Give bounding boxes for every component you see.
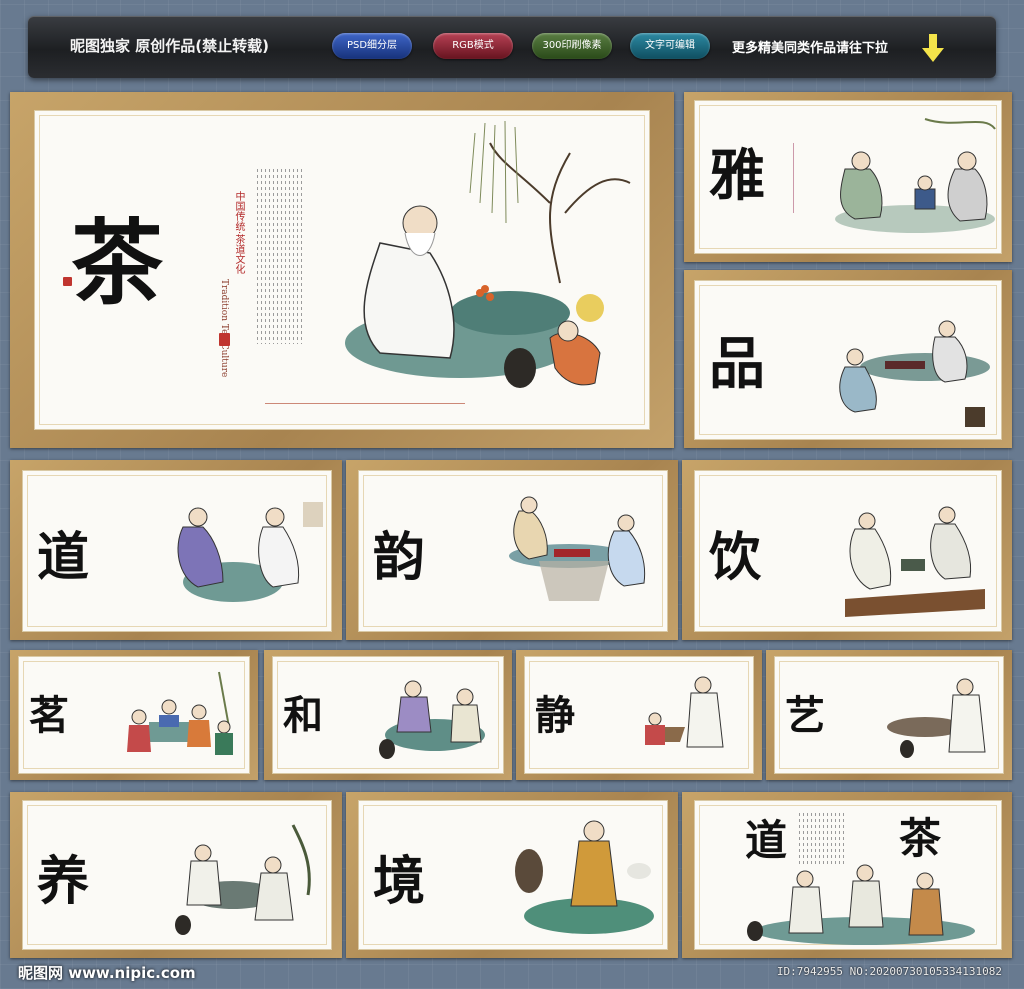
poster-char: 和 (283, 692, 323, 739)
poster-ming[interactable]: 茗 (10, 650, 258, 780)
poster-chadao[interactable]: 道 茶 (682, 792, 1012, 958)
header-title: 昵图独家 原创作品(禁止转载) (70, 37, 269, 55)
poster-pin[interactable]: 品 (684, 270, 1012, 448)
scholars-illustration (509, 496, 646, 601)
scholars-illustration (839, 320, 990, 427)
poster-char: 品 (709, 331, 765, 397)
poster-char-2: 茶 (899, 814, 942, 863)
poster-char: 茶 (71, 209, 164, 317)
scholars-illustration (515, 820, 654, 934)
poster-yin[interactable]: 饮 (682, 460, 1012, 640)
more-works-text[interactable]: 更多精美同类作品请往下拉 (732, 37, 888, 56)
scholars-illustration (747, 864, 975, 945)
poster-char: 道 (745, 816, 788, 865)
poster-char: 境 (373, 851, 426, 912)
scholars-illustration (175, 824, 311, 935)
header-bar: 昵图独家 原创作品(禁止转载) PSD细分层 RGB模式 300印刷像素 文字可… (28, 16, 996, 78)
poster-jing[interactable]: 静 (516, 650, 762, 780)
scholars-illustration (645, 676, 724, 748)
poster-char: 茗 (29, 692, 69, 739)
poster-jing-realm[interactable]: 境 (346, 792, 678, 958)
badge-editable-text[interactable]: 文字可编辑 (630, 33, 710, 59)
poster-char: 雅 (709, 143, 765, 209)
poster-dao[interactable]: 道 (10, 460, 342, 640)
calligraphy-block (799, 813, 844, 865)
poster-char: 饮 (709, 527, 762, 588)
badge-print-resolution[interactable]: 300印刷像素 (532, 33, 612, 59)
scholars-illustration (835, 118, 996, 233)
poster-char: 养 (37, 851, 90, 912)
image-id-text: ID:7942955 NO:20200730105334131082 (776, 965, 1002, 978)
seal-stamp (63, 277, 72, 286)
scholars-illustration (887, 678, 986, 758)
down-arrow-icon[interactable] (922, 34, 944, 64)
poster-char: 静 (535, 692, 575, 739)
scholars-illustration (379, 680, 485, 759)
vertical-title (793, 143, 794, 213)
scholar-tea-illustration (345, 120, 631, 388)
footnote-line (265, 403, 465, 404)
poem-text-block (257, 169, 302, 344)
site-logo[interactable]: 昵图网 www.nipic.com (18, 962, 196, 983)
badge-psd[interactable]: PSD细分层 (332, 33, 412, 59)
scholars-illustration (127, 671, 233, 755)
poster-char: 韵 (373, 527, 426, 588)
poster-ya[interactable]: 雅 (684, 92, 1012, 262)
scholars-illustration (177, 502, 323, 602)
seal-stamp-2 (219, 333, 230, 346)
poster-char: 道 (37, 527, 90, 588)
poster-he[interactable]: 和 (264, 650, 512, 780)
poster-yi[interactable]: 艺 (766, 650, 1012, 780)
vertical-title: 中国传统·茶道文化 (233, 191, 244, 275)
poster-char: 艺 (785, 692, 825, 739)
scholars-illustration (845, 506, 985, 617)
poster-yang[interactable]: 养 (10, 792, 342, 958)
poster-yun[interactable]: 韵 (346, 460, 678, 640)
badge-rgb[interactable]: RGB模式 (433, 33, 513, 59)
english-subtitle: Tradition Tea Culture (219, 279, 229, 378)
poster-main-tea[interactable]: 茶 中国传统·茶道文化 Tradition Tea Culture (10, 92, 674, 448)
